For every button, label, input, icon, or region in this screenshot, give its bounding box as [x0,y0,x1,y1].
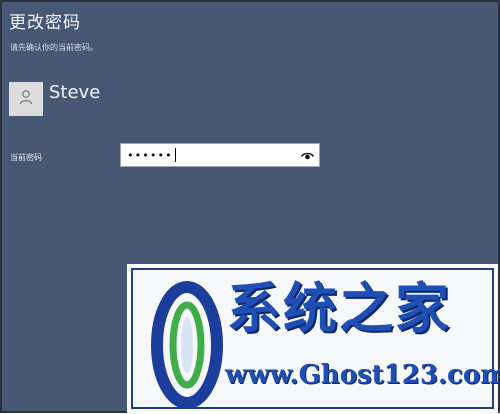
watermark-overlay: 系统之家 www.Ghost123.com [127,264,500,413]
current-password-label: 当前密码 [10,153,42,162]
watermark-logo-icon [151,280,223,414]
watermark-url: www.Ghost123.com [225,360,500,390]
page-title: 更改密码 [9,13,81,33]
avatar [9,82,43,116]
eye-icon [300,146,314,165]
watermark-panel: 系统之家 www.Ghost123.com [131,268,500,409]
instruction-text: 请先确认你的当前密码。 [10,43,98,52]
account-username: Steve [49,82,101,103]
password-masked-value: •••••• [127,148,173,162]
watermark-title: 系统之家 [227,276,451,340]
user-silhouette-icon [19,89,33,109]
text-caret [174,148,176,162]
reveal-password-button[interactable] [300,149,314,161]
current-password-input[interactable]: •••••• [120,143,320,167]
